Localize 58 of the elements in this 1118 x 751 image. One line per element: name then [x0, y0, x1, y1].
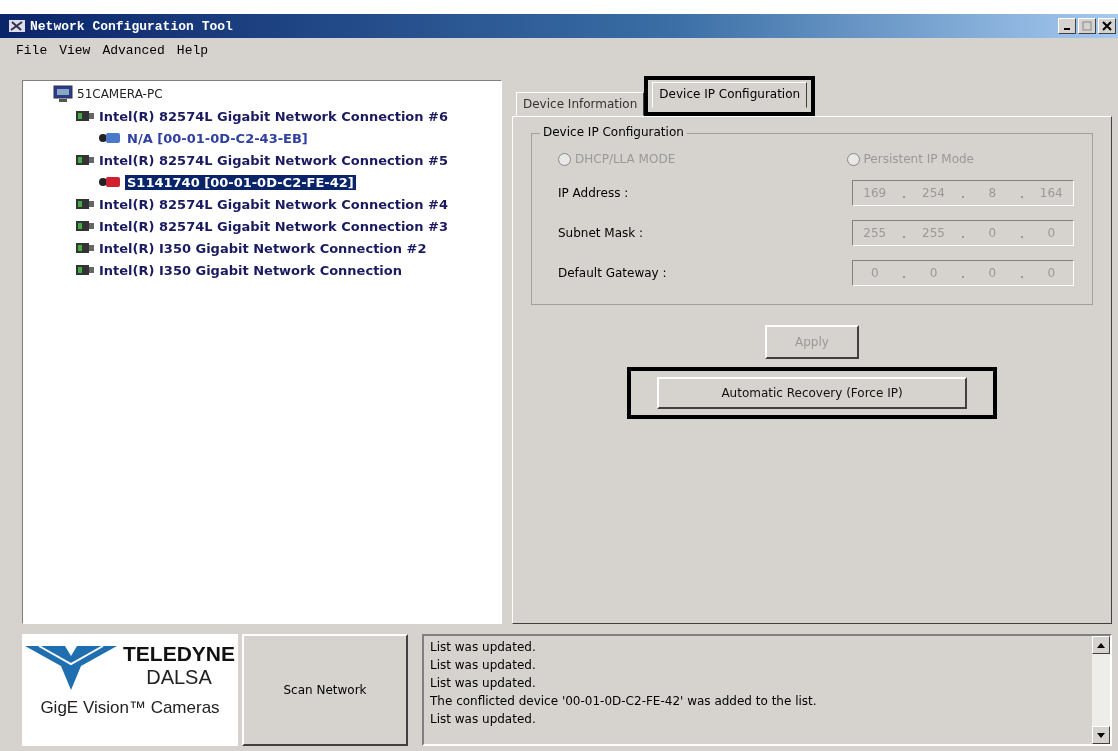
menu-item[interactable]: Advanced [102, 42, 165, 58]
field-label: IP Address : [558, 186, 629, 200]
log-line: List was updated. [430, 711, 537, 728]
group-title: Device IP Configuration [540, 125, 687, 139]
logo-text: TELEDYNE [123, 642, 235, 666]
ip-octet: 169 [862, 186, 888, 200]
ip-octet: 0 [987, 266, 998, 280]
tab[interactable]: Device Information [516, 92, 645, 116]
window-title: Network Configuration Tool [30, 18, 234, 34]
network-card-icon [75, 109, 95, 123]
tree-item[interactable]: Intel(R) 82574L Gigabit Network Connection #3 [99, 218, 448, 234]
ip-octet: 0 [928, 266, 939, 280]
tree-item[interactable]: Intel(R) 82574L Gigabit Network Connection #6 [99, 108, 448, 124]
menu-item[interactable]: Help [176, 42, 209, 58]
log-line: List was updated. [430, 675, 537, 692]
tree-item[interactable]: Intel(R) I350 Gigabit Network Connection [99, 262, 402, 278]
recovery-button[interactable]: Automatic Recovery (Force IP) [657, 377, 967, 409]
scroll-up-icon[interactable] [1092, 636, 1110, 654]
ip-octet: 0 [987, 226, 998, 240]
network-card-icon [75, 219, 95, 233]
field-label: Subnet Mask : [558, 226, 644, 240]
network-card-icon [75, 263, 95, 277]
ip-octet: 255 [862, 226, 888, 240]
log-line: The conflicted device '00-01-0D-C2-FE-42' was added to the list. [430, 693, 818, 710]
tree-item[interactable]: S1141740 [00-01-0D-C2-FE-42] [125, 174, 356, 190]
tree-item[interactable]: N/A [00-01-0D-C2-43-EB] [125, 130, 310, 146]
tree-item[interactable]: Intel(R) 82574L Gigabit Network Connection #5 [99, 152, 448, 168]
scrollbar[interactable] [1092, 636, 1110, 744]
close-button[interactable] [1098, 18, 1116, 34]
tree-item[interactable]: 51CAMERA-PC [77, 87, 163, 101]
logo-text: DALSA [146, 666, 212, 689]
network-card-icon [75, 197, 95, 211]
network-card-icon [75, 241, 95, 255]
scroll-down-icon[interactable] [1092, 726, 1110, 744]
network-tool-icon [8, 18, 26, 34]
field-label: Default Gateway : [558, 266, 667, 280]
tree-item[interactable]: Intel(R) 82574L Gigabit Network Connection #4 [99, 196, 448, 212]
ip-octet: 0 [869, 266, 880, 280]
menu-item[interactable]: View [59, 42, 91, 58]
network-card-icon [75, 153, 95, 167]
ip-octet: 254 [921, 186, 946, 200]
tab[interactable]: Device IP Configuration [652, 82, 808, 108]
scan-network-button[interactable]: Scan Network [242, 634, 408, 746]
ip-octet: 164 [1038, 186, 1064, 200]
close-icon [1102, 21, 1112, 31]
tree-item[interactable]: Intel(R) I350 Gigabit Network Connection #2 [99, 240, 427, 256]
logo-tagline: GigE Vision™ Cameras [40, 698, 220, 718]
ip-octet: 0 [1046, 266, 1057, 280]
ip-octet: 0 [1046, 226, 1057, 240]
ip-octet: 255 [921, 226, 946, 240]
minimize-button[interactable] [1058, 18, 1076, 34]
computer-icon [53, 85, 73, 103]
log-line: List was updated. [430, 657, 537, 674]
log-line: List was updated. [430, 639, 537, 656]
maximize-icon [1082, 21, 1092, 31]
ip-octet: 8 [987, 186, 998, 200]
maximize-button[interactable] [1078, 18, 1096, 34]
menu-item[interactable]: File [16, 42, 48, 58]
